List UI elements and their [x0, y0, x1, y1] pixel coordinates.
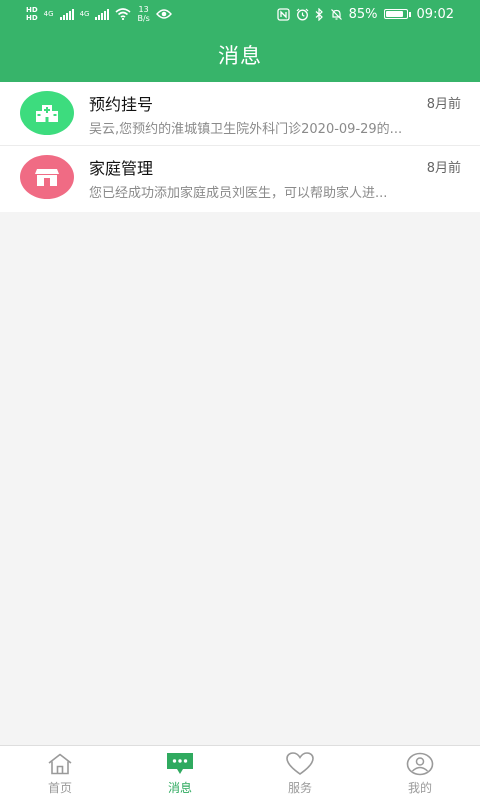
tab-label: 消息 [167, 781, 192, 795]
page-header: 消息 [0, 28, 480, 82]
hd-bottom-label: HD [26, 14, 38, 22]
mute-bell-icon [330, 8, 342, 20]
alarm-icon [296, 8, 309, 20]
tab-label: 我的 [407, 781, 432, 795]
message-time: 8月前 [426, 161, 461, 176]
bottom-tab-bar: 首页 消息 服务 我的 [0, 745, 480, 800]
tab-home[interactable]: 首页 [0, 746, 120, 800]
battery-fill [385, 11, 403, 17]
home-icon [48, 753, 72, 775]
message-avatar-appointment [20, 91, 74, 135]
tab-label: 首页 [47, 781, 72, 795]
message-preview: 吴云,您预约的淮城镇卫生院外科门诊2020-09-29的... [89, 122, 403, 137]
hd-top-label: HD [26, 6, 38, 14]
message-time: 8月前 [426, 97, 461, 112]
message-title: 家庭管理 [89, 159, 154, 178]
tab-services[interactable]: 服务 [240, 746, 360, 800]
speed-unit: B/s [137, 14, 150, 23]
message-avatar-family [20, 155, 74, 199]
message-list: 预约挂号 8月前 吴云,您预约的淮城镇卫生院外科门诊2020-09-29的...… [0, 82, 480, 212]
battery-percent: 85% [348, 6, 378, 22]
bluetooth-icon [315, 7, 323, 21]
signal-icon-2 [95, 8, 110, 20]
message-item-appointment[interactable]: 预约挂号 8月前 吴云,您预约的淮城镇卫生院外科门诊2020-09-29的... [0, 82, 480, 146]
network-type-2: 4G [79, 10, 90, 18]
wifi-icon [115, 8, 131, 20]
signal-icon [59, 8, 74, 20]
user-icon [406, 752, 434, 776]
status-right: 85% 09:02 [276, 4, 454, 24]
clock-time: 09:02 [416, 6, 454, 22]
message-icon [167, 753, 193, 774]
eye-icon [155, 9, 172, 19]
battery-icon [383, 9, 411, 19]
house-icon [35, 169, 59, 186]
status-bar: HD HD 4G 4G 13 B/s 85% 09:02 [0, 0, 480, 28]
network-type-1: 4G [43, 10, 54, 18]
message-title: 预约挂号 [89, 95, 154, 114]
speed-value: 13 [138, 5, 149, 14]
network-speed: 13 B/s [137, 5, 149, 23]
heart-icon [286, 752, 314, 775]
tab-label: 服务 [287, 781, 312, 795]
nfc-icon [276, 7, 290, 21]
tab-messages[interactable]: 消息 [120, 746, 240, 800]
hd-indicator: HD HD [26, 6, 38, 22]
message-preview: 您已经成功添加家庭成员刘医生，可以帮助家人进... [89, 186, 388, 201]
tab-profile[interactable]: 我的 [360, 746, 480, 800]
page-title: 消息 [218, 44, 262, 68]
message-item-family[interactable]: 家庭管理 8月前 您已经成功添加家庭成员刘医生，可以帮助家人进... [0, 146, 480, 212]
hospital-icon [36, 105, 58, 122]
status-left: HD HD 4G 4G 13 B/s [26, 4, 172, 24]
